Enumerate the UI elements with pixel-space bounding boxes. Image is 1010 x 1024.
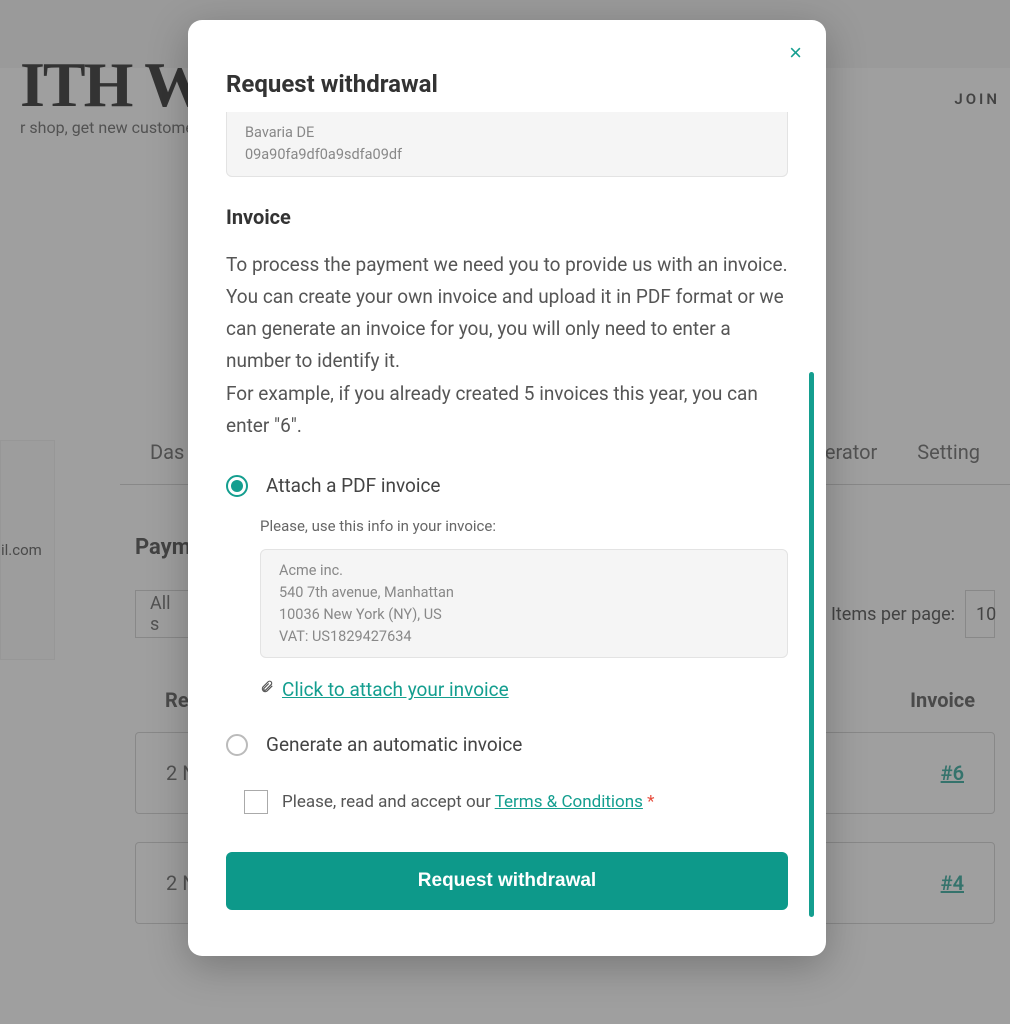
company-address: 540 7th avenue, Manhattan [279,582,769,604]
invoice-heading: Invoice [226,205,788,229]
terms-text: Please, read and accept our Terms & Cond… [282,792,654,812]
close-icon[interactable]: × [789,40,802,66]
attach-subsection: Please, use this info in your invoice: A… [260,517,788,701]
attach-invoice-link[interactable]: Click to attach your invoice [282,678,509,701]
invoice-hint: Please, use this info in your invoice: [260,517,788,535]
terms-link[interactable]: Terms & Conditions [495,792,643,812]
terms-checkbox[interactable] [244,790,268,814]
radio-attach-pdf[interactable]: Attach a PDF invoice [226,474,788,497]
request-withdrawal-modal: × Request withdrawal Bavaria DE 09a90fa9… [188,20,826,956]
radio-label: Generate an automatic invoice [266,733,522,756]
prev-line-code: 09a90fa9df0a9sdfa09df [245,144,769,166]
modal-body: Bavaria DE 09a90fa9df0a9sdfa09df Invoice… [226,112,788,916]
terms-row: Please, read and accept our Terms & Cond… [244,790,788,814]
modal-title: Request withdrawal [226,70,788,98]
radio-icon [226,734,248,756]
prev-line-region: Bavaria DE [245,122,769,144]
company-name: Acme inc. [279,560,769,582]
paperclip-icon [260,678,274,701]
request-withdrawal-button[interactable]: Request withdrawal [226,852,788,910]
company-city: 10036 New York (NY), US [279,604,769,626]
radio-icon [226,475,248,497]
radio-label: Attach a PDF invoice [266,474,441,497]
previous-address-box: Bavaria DE 09a90fa9df0a9sdfa09df [226,112,788,177]
scroll-indicator[interactable] [809,372,814,917]
invoice-description: To process the payment we need you to pr… [226,249,788,443]
attach-invoice-row[interactable]: Click to attach your invoice [260,678,788,701]
radio-generate-invoice[interactable]: Generate an automatic invoice [226,733,788,756]
company-info-box: Acme inc. 540 7th avenue, Manhattan 1003… [260,549,788,658]
company-vat: VAT: US1829427634 [279,626,769,648]
